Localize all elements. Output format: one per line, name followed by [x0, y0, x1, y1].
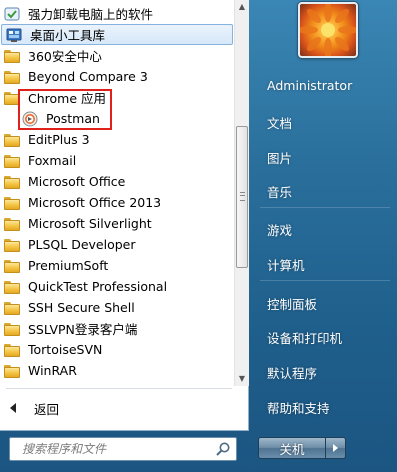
scroll-down-icon[interactable]: ▼	[237, 374, 247, 384]
program-label: EditPlus 3	[28, 132, 90, 147]
shutdown-options-button[interactable]	[326, 437, 346, 459]
default-programs-link[interactable]: 默认程序	[267, 363, 317, 382]
folder-icon	[4, 195, 20, 211]
program-label: 360安全中心	[28, 49, 102, 64]
uninstall-app-icon	[4, 6, 20, 22]
pictures-link[interactable]: 图片	[267, 148, 292, 167]
folder-icon	[4, 90, 20, 106]
scroll-up-icon[interactable]: ▲	[237, 2, 247, 12]
folder-icon	[4, 216, 20, 232]
program-label: Beyond Compare 3	[28, 69, 148, 84]
programs-scrollbar[interactable]: ▲ ▼	[234, 0, 249, 386]
program-item[interactable]: WinRAR	[0, 360, 234, 381]
program-label: 桌面小工具库	[30, 28, 106, 43]
program-item[interactable]: Microsoft Office	[0, 171, 234, 192]
folder-icon	[4, 363, 20, 379]
divider	[6, 388, 232, 389]
program-label: WinRAR	[28, 363, 77, 378]
program-label: PLSQL Developer	[28, 237, 136, 252]
program-label: PremiumSoft	[28, 258, 109, 273]
gadgets-gallery-icon	[6, 27, 22, 43]
program-label: Chrome 应用	[28, 91, 107, 106]
program-item[interactable]: Microsoft Office 2013	[0, 192, 234, 213]
devices-printers-link[interactable]: 设备和打印机	[267, 328, 342, 347]
program-item[interactable]: Postman	[0, 108, 234, 129]
program-item[interactable]: SSLVPN登录客户端	[0, 318, 234, 339]
back-label: 返回	[34, 401, 60, 417]
documents-link[interactable]: 文档	[267, 113, 292, 132]
games-link[interactable]: 游戏	[267, 220, 292, 239]
search-icon[interactable]	[215, 441, 231, 457]
programs-pane: 强力卸载电脑上的软件 桌面小工具库 360安全中心 Beyond Compare 3 C…	[0, 0, 249, 431]
program-label: TortoiseSVN	[28, 342, 103, 357]
control-panel-link[interactable]: 控制面板	[267, 294, 317, 313]
back-arrow-icon	[10, 403, 16, 413]
program-label: SSH Secure Shell	[28, 300, 135, 315]
program-item[interactable]: 桌面小工具库	[1, 24, 233, 45]
music-link[interactable]: 音乐	[267, 182, 292, 201]
folder-icon	[4, 174, 20, 190]
folder-icon	[4, 153, 20, 169]
program-label: Microsoft Silverlight	[28, 216, 152, 231]
program-label: Foxmail	[28, 153, 77, 168]
program-item[interactable]: 强力卸载电脑上的软件	[0, 3, 234, 24]
program-label: SSLVPN登录客户端	[28, 322, 138, 337]
folder-icon	[4, 321, 20, 337]
program-item[interactable]: 360安全中心	[0, 45, 234, 66]
all-programs-list: 强力卸载电脑上的软件 桌面小工具库 360安全中心 Beyond Compare 3 C…	[0, 0, 234, 386]
program-item[interactable]: EditPlus 3	[0, 129, 234, 150]
back-button[interactable]: 返回	[0, 396, 234, 420]
program-label: Microsoft Office 2013	[28, 195, 162, 210]
search-input[interactable]	[10, 438, 215, 460]
user-picture[interactable]	[298, 2, 358, 58]
program-item[interactable]: QuickTest Professional	[0, 276, 234, 297]
folder-icon	[4, 237, 20, 253]
program-item[interactable]: PLSQL Developer	[0, 234, 234, 255]
right-separator	[260, 207, 390, 208]
program-item[interactable]: Chrome 应用	[0, 87, 234, 108]
program-item[interactable]: TortoiseSVN	[0, 339, 234, 360]
user-name-link[interactable]: Administrator	[267, 78, 352, 93]
shutdown-label: 关机	[279, 441, 305, 457]
folder-icon	[4, 279, 20, 295]
program-label: QuickTest Professional	[28, 279, 168, 294]
folder-icon	[4, 69, 20, 85]
folder-icon	[4, 48, 20, 64]
start-menu: 强力卸载电脑上的软件 桌面小工具库 360安全中心 Beyond Compare 3 C…	[0, 0, 397, 472]
right-separator	[260, 280, 390, 281]
program-label: 强力卸载电脑上的软件	[28, 7, 154, 22]
program-label: Microsoft Office	[28, 174, 126, 189]
program-label: Postman	[46, 111, 100, 126]
folder-icon	[4, 132, 20, 148]
folder-icon	[4, 342, 20, 358]
computer-link[interactable]: 计算机	[267, 255, 305, 274]
search-box[interactable]	[9, 437, 237, 461]
scrollbar-thumb[interactable]	[236, 126, 248, 268]
folder-icon	[4, 300, 20, 316]
chevron-right-icon	[333, 444, 338, 452]
shutdown-button[interactable]: 关机	[258, 437, 326, 459]
postman-icon	[22, 111, 38, 127]
program-item[interactable]: Beyond Compare 3	[0, 66, 234, 87]
program-item[interactable]: PremiumSoft	[0, 255, 234, 276]
program-item[interactable]: Microsoft Silverlight	[0, 213, 234, 234]
help-support-link[interactable]: 帮助和支持	[267, 398, 330, 417]
folder-icon	[4, 258, 20, 274]
program-item[interactable]: Foxmail	[0, 150, 234, 171]
program-item[interactable]: SSH Secure Shell	[0, 297, 234, 318]
